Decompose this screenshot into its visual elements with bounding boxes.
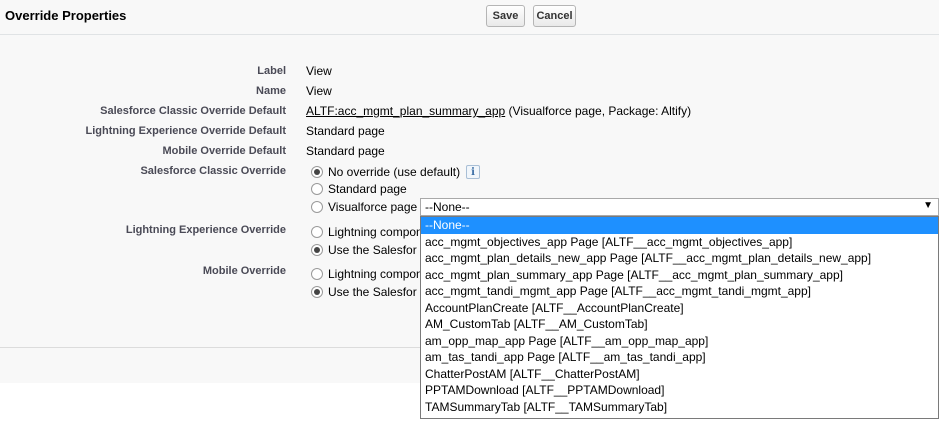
radio-label: No override (use default): [328, 165, 461, 179]
classic-override-default-suffix: (Visualforce page, Package: Altify): [505, 104, 692, 118]
radio-label: Use the Salesfor: [328, 285, 417, 299]
lightning-override-default-label: Lightning Experience Override Default: [85, 125, 287, 137]
radio-label: Use the Salesfor: [328, 243, 417, 257]
page-title: Override Properties: [5, 8, 127, 23]
dropdown-option[interactable]: PPTAMDownload [ALTF__PPTAMDownload]: [421, 382, 938, 399]
radio-button[interactable]: [311, 286, 323, 298]
dropdown-option[interactable]: AccountPlanCreate [ALTF__AccountPlanCrea…: [421, 300, 938, 317]
label-field-label: Label: [257, 65, 286, 77]
classic-override-default-label: Salesforce Classic Override Default: [100, 105, 286, 117]
dropdown-option[interactable]: TAMSummaryTab [ALTF__TAMSummaryTab]: [421, 399, 938, 416]
classic-override-default-link[interactable]: ALTF:acc_mgmt_plan_summary_app: [306, 104, 505, 118]
radio-button[interactable]: [311, 201, 323, 213]
dropdown-option[interactable]: acc_mgmt_objectives_app Page [ALTF__acc_…: [421, 234, 938, 251]
select-value: --None--: [425, 200, 470, 214]
radio-visualforce-page[interactable]: Visualforce page: [311, 199, 417, 215]
radio-use-salesforce-default[interactable]: Use the Salesfor: [311, 242, 423, 258]
radio-label: Standard page: [328, 182, 407, 196]
visualforce-page-select[interactable]: --None-- ▼: [420, 198, 939, 216]
name-field-label: Name: [256, 85, 286, 97]
radio-button[interactable]: [311, 226, 323, 238]
radio-label: Lightning compon: [328, 267, 423, 281]
radio-label: Visualforce page: [328, 200, 418, 214]
dropdown-option[interactable]: AM_CustomTab [ALTF__AM_CustomTab]: [421, 316, 938, 333]
radio-mobile-lightning-component[interactable]: Lightning compon: [311, 266, 423, 282]
mobile-override-default-label: Mobile Override Default: [162, 145, 286, 157]
label-field-value: View: [306, 64, 332, 78]
info-icon[interactable]: i: [466, 165, 481, 179]
radio-mobile-use-salesforce-default[interactable]: Use the Salesfor: [311, 284, 423, 300]
classic-override-default-value: ALTF:acc_mgmt_plan_summary_app (Visualfo…: [306, 104, 691, 118]
visualforce-page-dropdown-list[interactable]: --None-- acc_mgmt_objectives_app Page [A…: [420, 216, 939, 419]
name-field-value: View: [306, 84, 332, 98]
dropdown-option[interactable]: am_tas_tandi_app Page [ALTF__am_tas_tand…: [421, 349, 938, 366]
radio-button[interactable]: [311, 166, 323, 178]
radio-no-override[interactable]: No override (use default) i: [311, 164, 481, 180]
dropdown-option[interactable]: acc_mgmt_plan_details_new_app Page [ALTF…: [421, 250, 938, 267]
dropdown-option[interactable]: acc_mgmt_plan_summary_app Page [ALTF__ac…: [421, 267, 938, 284]
dropdown-option[interactable]: am_opp_map_app Page [ALTF__am_opp_map_ap…: [421, 333, 938, 350]
dropdown-option[interactable]: acc_mgmt_tandi_mgmt_app Page [ALTF__acc_…: [421, 283, 938, 300]
cancel-button[interactable]: Cancel: [533, 5, 576, 27]
radio-button[interactable]: [311, 183, 323, 195]
lightning-override-default-value: Standard page: [306, 124, 385, 138]
mobile-override-default-value: Standard page: [306, 144, 385, 158]
dropdown-option[interactable]: ChatterPostAM [ALTF__ChatterPostAM]: [421, 366, 938, 383]
radio-label: Lightning compon: [328, 225, 423, 239]
radio-button[interactable]: [311, 268, 323, 280]
radio-button[interactable]: [311, 244, 323, 256]
save-button[interactable]: Save: [486, 5, 525, 27]
classic-override-label: Salesforce Classic Override: [140, 165, 286, 177]
chevron-down-icon[interactable]: ▼: [923, 200, 933, 211]
lightning-override-label: Lightning Experience Override: [125, 224, 286, 236]
radio-standard-page[interactable]: Standard page: [311, 181, 407, 197]
mobile-override-label: Mobile Override: [202, 265, 286, 277]
dropdown-option-none[interactable]: --None--: [421, 217, 938, 234]
header-divider: [0, 34, 939, 35]
radio-lightning-component[interactable]: Lightning compon: [311, 224, 423, 240]
